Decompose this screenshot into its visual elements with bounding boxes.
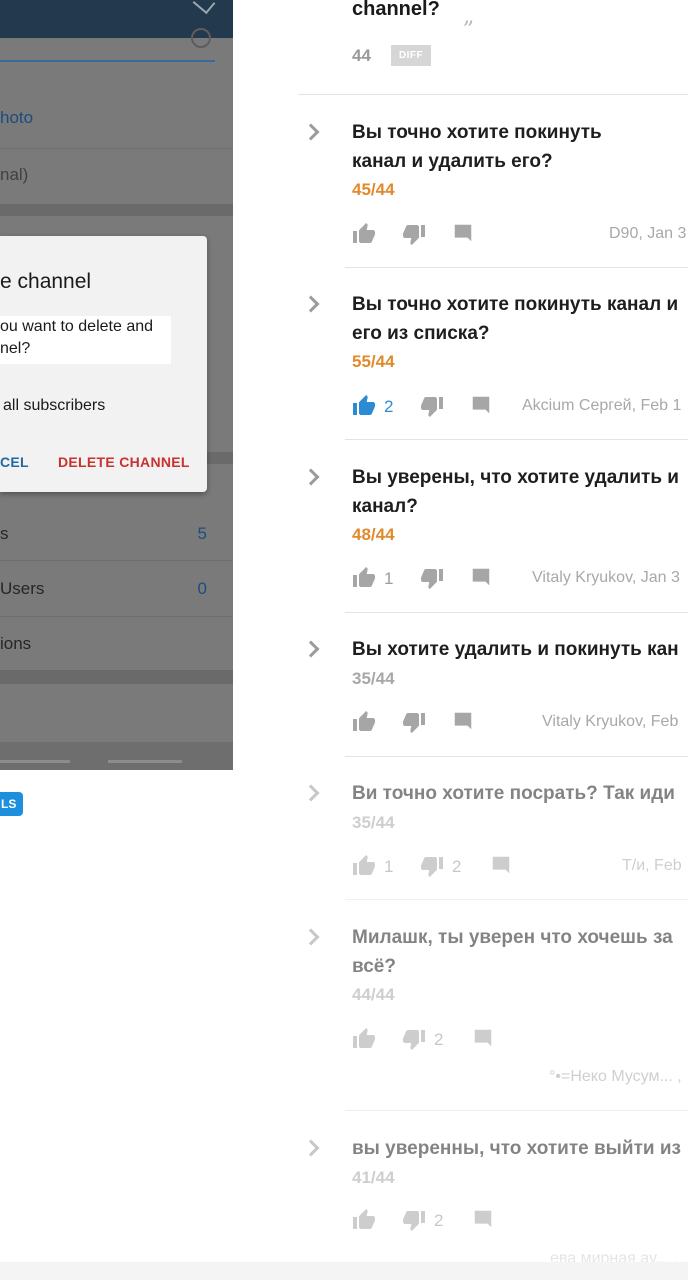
tag-badge[interactable]: LS	[0, 792, 23, 816]
translation-text: Вы уверены, что хотите удалить и	[352, 467, 679, 488]
delete-channel-dialog: e channel ou want to delete and nel? all…	[0, 236, 207, 492]
input-underline	[0, 60, 215, 62]
length-score: 45/44	[352, 180, 395, 199]
chevron-right-icon[interactable]	[302, 1139, 320, 1157]
comment-icon	[474, 1210, 492, 1228]
author-date: Akcium Сергей, Feb 1	[522, 397, 682, 414]
downvote-count: 2	[434, 1030, 444, 1049]
thumbs-down-icon	[421, 857, 443, 877]
translation-text: канал?	[352, 496, 418, 517]
translation-text: Ви точно хотите посрать? Так иди	[352, 783, 675, 804]
thumbs-up-icon	[353, 711, 375, 731]
chevron-right-icon[interactable]	[302, 123, 320, 141]
chevron-right-icon[interactable]	[302, 784, 320, 802]
length-score: 44/44	[352, 985, 395, 1004]
quote-icon: „	[463, 4, 475, 29]
translation-text: Милашк, ты уверен что хочешь за	[352, 927, 673, 948]
thumbs-up-icon	[353, 223, 375, 243]
upvote-count: 1	[384, 569, 394, 588]
divider	[345, 612, 688, 613]
cancel-button[interactable]: CEL	[0, 454, 29, 470]
divider	[345, 267, 688, 268]
thumbs-down-icon	[403, 1211, 425, 1231]
translation-text: всё?	[352, 956, 396, 977]
comment-icon	[472, 568, 490, 586]
divider	[298, 94, 688, 95]
thumbs-up-icon	[353, 855, 375, 875]
comment-icon	[454, 224, 472, 242]
comment-icon	[474, 1029, 492, 1047]
downvote-count: 2	[434, 1211, 444, 1230]
comment-icon	[492, 856, 510, 874]
length-score: 41/44	[352, 1168, 395, 1187]
comment-icon	[454, 712, 472, 730]
source-string-fragment: channel?	[352, 0, 440, 20]
subscribers-row-count: 5	[197, 524, 207, 543]
source-votes: 44	[352, 46, 371, 65]
emoji-icon[interactable]	[191, 28, 211, 48]
dialog-message: ou want to delete and nel?	[0, 316, 171, 364]
divider	[345, 439, 688, 440]
users-row-count: 0	[197, 579, 207, 598]
dialog-message-text: ou want to delete and nel?	[0, 318, 154, 357]
actions-row-label[interactable]: ions	[0, 634, 31, 654]
system-nav-bar	[0, 742, 233, 770]
thumbs-up-icon	[353, 567, 375, 587]
chevron-right-icon[interactable]	[302, 928, 320, 946]
thumbs-down-icon	[403, 1030, 425, 1050]
length-score: 55/44	[352, 352, 395, 371]
thumbs-up-icon	[353, 395, 375, 415]
length-score: 35/44	[352, 669, 395, 688]
length-score: 48/44	[352, 525, 395, 544]
subscribers-row-label[interactable]: s	[0, 524, 9, 544]
downvote-count: 2	[452, 857, 462, 876]
translation-text: его из списка?	[352, 323, 490, 344]
set-photo-link[interactable]: hoto	[0, 108, 33, 128]
chevron-right-icon[interactable]	[302, 468, 320, 486]
comment-icon	[472, 396, 490, 414]
thumbs-down-icon	[421, 569, 443, 589]
author-date: Vitaly Kryukov, Feb	[542, 713, 679, 730]
author-date: Т/и, Feb	[622, 857, 682, 874]
users-row-label[interactable]: Users	[0, 579, 44, 599]
description-field[interactable]: nal)	[0, 165, 28, 185]
length-score: 35/44	[352, 813, 395, 832]
translation-text: Вы точно хотите покинуть канал и	[352, 294, 679, 315]
delete-for-all-option[interactable]: all subscribers	[3, 397, 105, 415]
author-date: D90, Jan 3	[609, 225, 687, 242]
bottom-bar	[0, 1262, 688, 1280]
upvote-count: 2	[384, 397, 394, 416]
translation-text: Вы точно хотите покинуть	[352, 122, 602, 143]
thumbs-down-icon	[403, 225, 425, 245]
divider	[345, 899, 688, 900]
author-date: °•=Неко Мусум... ,	[549, 1068, 682, 1085]
upvote-count: 1	[384, 857, 394, 876]
chevron-right-icon[interactable]	[302, 295, 320, 313]
chevron-right-icon[interactable]	[302, 640, 320, 658]
check-icon[interactable]	[192, 0, 216, 15]
divider	[345, 1110, 688, 1111]
thumbs-down-icon	[403, 713, 425, 733]
divider	[345, 756, 688, 757]
phone-screenshot: hoto nal) s 5 Users 0 ions e channel ou …	[0, 0, 233, 770]
translation-text: Вы хотите удалить и покинуть кан	[352, 639, 679, 660]
dialog-title: e channel	[0, 270, 92, 293]
nav-indicator	[0, 760, 70, 763]
thumbs-up-icon	[353, 1028, 375, 1048]
thumbs-up-icon	[353, 1209, 375, 1229]
translation-text: канал и удалить его?	[352, 151, 553, 172]
delete-channel-button[interactable]: DELETE CHANNEL	[58, 454, 190, 470]
thumbs-down-icon	[421, 397, 443, 417]
author-date: Vitaly Kryukov, Jan 3	[532, 569, 680, 586]
translation-text: вы уверенны, что хотите выйти из	[352, 1138, 681, 1159]
nav-indicator	[108, 760, 182, 763]
diff-button[interactable]: DIFF	[391, 45, 431, 66]
